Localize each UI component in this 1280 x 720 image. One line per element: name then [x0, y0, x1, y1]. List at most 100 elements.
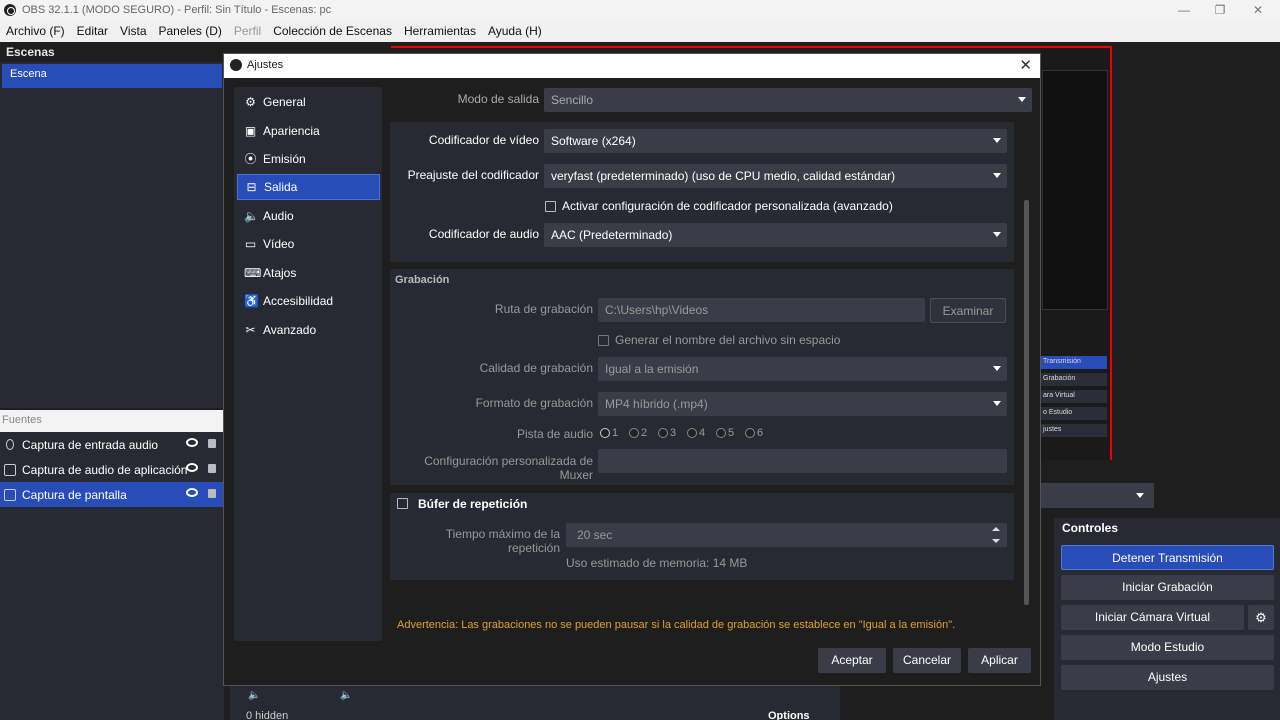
lock-icon[interactable]	[208, 464, 216, 473]
nav-item-appearance[interactable]: ▣ Apariencia	[237, 118, 380, 144]
nav-item-video[interactable]: ▭ Vídeo	[237, 231, 380, 257]
sources-dock: Fuentes Captura de entrada audio Captura…	[0, 410, 224, 720]
menu-help[interactable]: Ayuda (H)	[482, 24, 548, 38]
nav-label: General	[263, 95, 306, 109]
track-label: 1	[612, 427, 619, 439]
nav-label: Audio	[263, 209, 294, 223]
audio-track-3-radio[interactable]: 3	[658, 427, 676, 439]
options-button[interactable]: Options	[768, 710, 810, 720]
nav-item-output[interactable]: ⊟ Salida	[237, 174, 380, 200]
controls-title: Controles	[1062, 521, 1119, 535]
audio-track-4-radio[interactable]: 4	[687, 427, 705, 439]
keyboard-icon: ⌨	[244, 265, 262, 280]
audio-track-1-radio[interactable]: 1	[600, 427, 618, 439]
speaker-icon[interactable]: 🔈	[340, 690, 352, 701]
eye-icon[interactable]	[186, 463, 198, 472]
recording-quality-select[interactable]: Igual a la emisión	[598, 357, 1007, 381]
scenes-dock: Escenas Escena	[0, 42, 224, 408]
nav-item-accessibility[interactable]: ♿ Accesibilidad	[237, 288, 380, 314]
nav-item-audio[interactable]: 🔈 Audio	[237, 203, 380, 229]
replay-max-time-label: Tiempo máximo de la repetición	[445, 527, 560, 555]
close-window-button[interactable]: ✕	[1240, 0, 1276, 20]
recording-path-input[interactable]: C:\Users\hp\Videos	[598, 298, 925, 322]
gear-icon: ⚙	[1255, 610, 1267, 625]
window-title: OBS 32.1.1 (MODO SEGURO) - Perfil: Sin T…	[22, 4, 332, 16]
nav-item-stream[interactable]: ⦿ Emisión	[237, 146, 380, 172]
virtual-camera-settings-button[interactable]: ⚙	[1248, 605, 1274, 630]
maximize-button[interactable]: ❐	[1202, 0, 1238, 20]
audio-track-6-radio[interactable]: 6	[745, 427, 763, 439]
eye-icon[interactable]	[186, 488, 198, 497]
audio-encoder-value: AAC (Predeterminado)	[551, 228, 673, 242]
no-space-filename-checkbox[interactable]	[598, 335, 609, 346]
audio-track-5-radio[interactable]: 5	[716, 427, 734, 439]
scene-item[interactable]: Escena	[2, 64, 222, 88]
menu-docks[interactable]: Paneles (D)	[153, 24, 228, 38]
speaker-icon[interactable]: 🔈	[248, 690, 260, 701]
encoder-preset-label: Preajuste del codificador	[407, 168, 539, 182]
replay-memory-estimate: Uso estimado de memoria: 14 MB	[566, 556, 748, 570]
monitor-icon	[4, 488, 16, 501]
browse-button[interactable]: Examinar	[930, 298, 1006, 323]
replay-max-time-spinbox[interactable]: 20 sec	[566, 523, 1007, 547]
output-mode-select[interactable]: Sencillo	[544, 88, 1032, 112]
preview-border	[391, 46, 1111, 48]
nav-item-advanced[interactable]: ✂ Avanzado	[237, 317, 380, 343]
recording-format-value: MP4 híbrido (.mp4)	[605, 397, 708, 411]
menu-profile[interactable]: Perfil	[228, 24, 267, 38]
settings-button[interactable]: Ajustes	[1061, 665, 1274, 690]
nav-label: Vídeo	[263, 237, 295, 251]
radio-circle	[687, 428, 697, 438]
encoder-preset-select[interactable]: veryfast (predeterminado) (uso de CPU me…	[544, 164, 1007, 188]
menu-bar: Archivo (F) Editar Vista Paneles (D) Per…	[0, 20, 1280, 42]
eye-icon[interactable]	[186, 438, 198, 447]
recording-group-title: Grabación	[395, 274, 450, 286]
studio-mode-button[interactable]: Modo Estudio	[1061, 635, 1274, 660]
chevron-down-icon	[993, 366, 1001, 371]
apply-button[interactable]: Aplicar	[968, 648, 1031, 673]
lock-icon[interactable]	[208, 439, 216, 448]
audio-track-2-radio[interactable]: 2	[629, 427, 647, 439]
source-item-audio-input[interactable]: Captura de entrada audio	[0, 432, 224, 457]
lock-icon[interactable]	[208, 489, 216, 498]
menu-scene-collection[interactable]: Colección de Escenas	[267, 24, 398, 38]
nav-item-general[interactable]: ⚙ General	[237, 89, 380, 115]
replay-buffer-title: Búfer de repetición	[418, 497, 528, 511]
broadcast-icon: ⦿	[244, 151, 257, 166]
source-item-app-audio[interactable]: Captura de audio de aplicación	[0, 457, 224, 482]
monitor-icon: ▭	[244, 236, 257, 251]
menu-file[interactable]: Archivo (F)	[0, 24, 71, 38]
custom-encoder-checkbox[interactable]	[545, 201, 556, 212]
menu-tools[interactable]: Herramientas	[398, 24, 482, 38]
replay-buffer-checkbox[interactable]	[397, 498, 408, 509]
source-item-screen-capture[interactable]: Captura de pantalla	[0, 482, 224, 507]
mini-stream-button: Transmisión	[1041, 356, 1107, 369]
video-encoder-value: Software (x264)	[551, 134, 636, 148]
start-recording-button[interactable]: Iniciar Grabación	[1061, 575, 1274, 600]
spin-up-icon[interactable]	[992, 527, 1000, 531]
encoder-preset-value: veryfast (predeterminado) (uso de CPU me…	[551, 169, 896, 183]
start-virtual-camera-button[interactable]: Iniciar Cámara Virtual	[1061, 605, 1244, 630]
chevron-down-icon	[1136, 493, 1144, 498]
minimize-button[interactable]: —	[1166, 0, 1202, 20]
nav-label: Emisión	[263, 152, 306, 166]
cancel-button[interactable]: Cancelar	[893, 648, 961, 673]
recording-warning: Advertencia: Las grabaciones no se puede…	[397, 619, 956, 631]
close-icon[interactable]: ✕	[1019, 56, 1032, 74]
audio-encoder-select[interactable]: AAC (Predeterminado)	[544, 223, 1007, 247]
video-encoder-select[interactable]: Software (x264)	[544, 129, 1007, 153]
menu-edit[interactable]: Editar	[71, 24, 114, 38]
settings-scrollbar[interactable]	[1024, 200, 1029, 605]
track-label: 4	[699, 427, 706, 439]
stop-streaming-button[interactable]: Detener Transmisión	[1061, 545, 1274, 570]
radio-circle	[600, 428, 610, 438]
transition-dropdown[interactable]	[1041, 483, 1154, 508]
muxer-settings-input[interactable]	[598, 449, 1007, 473]
spin-down-icon[interactable]	[992, 539, 1000, 543]
nav-item-hotkeys[interactable]: ⌨ Atajos	[237, 260, 380, 286]
app-audio-icon	[4, 463, 16, 476]
recording-format-select[interactable]: MP4 híbrido (.mp4)	[598, 392, 1007, 416]
ok-button[interactable]: Aceptar	[818, 648, 886, 673]
menu-view[interactable]: Vista	[114, 24, 152, 38]
microphone-icon	[6, 439, 14, 450]
